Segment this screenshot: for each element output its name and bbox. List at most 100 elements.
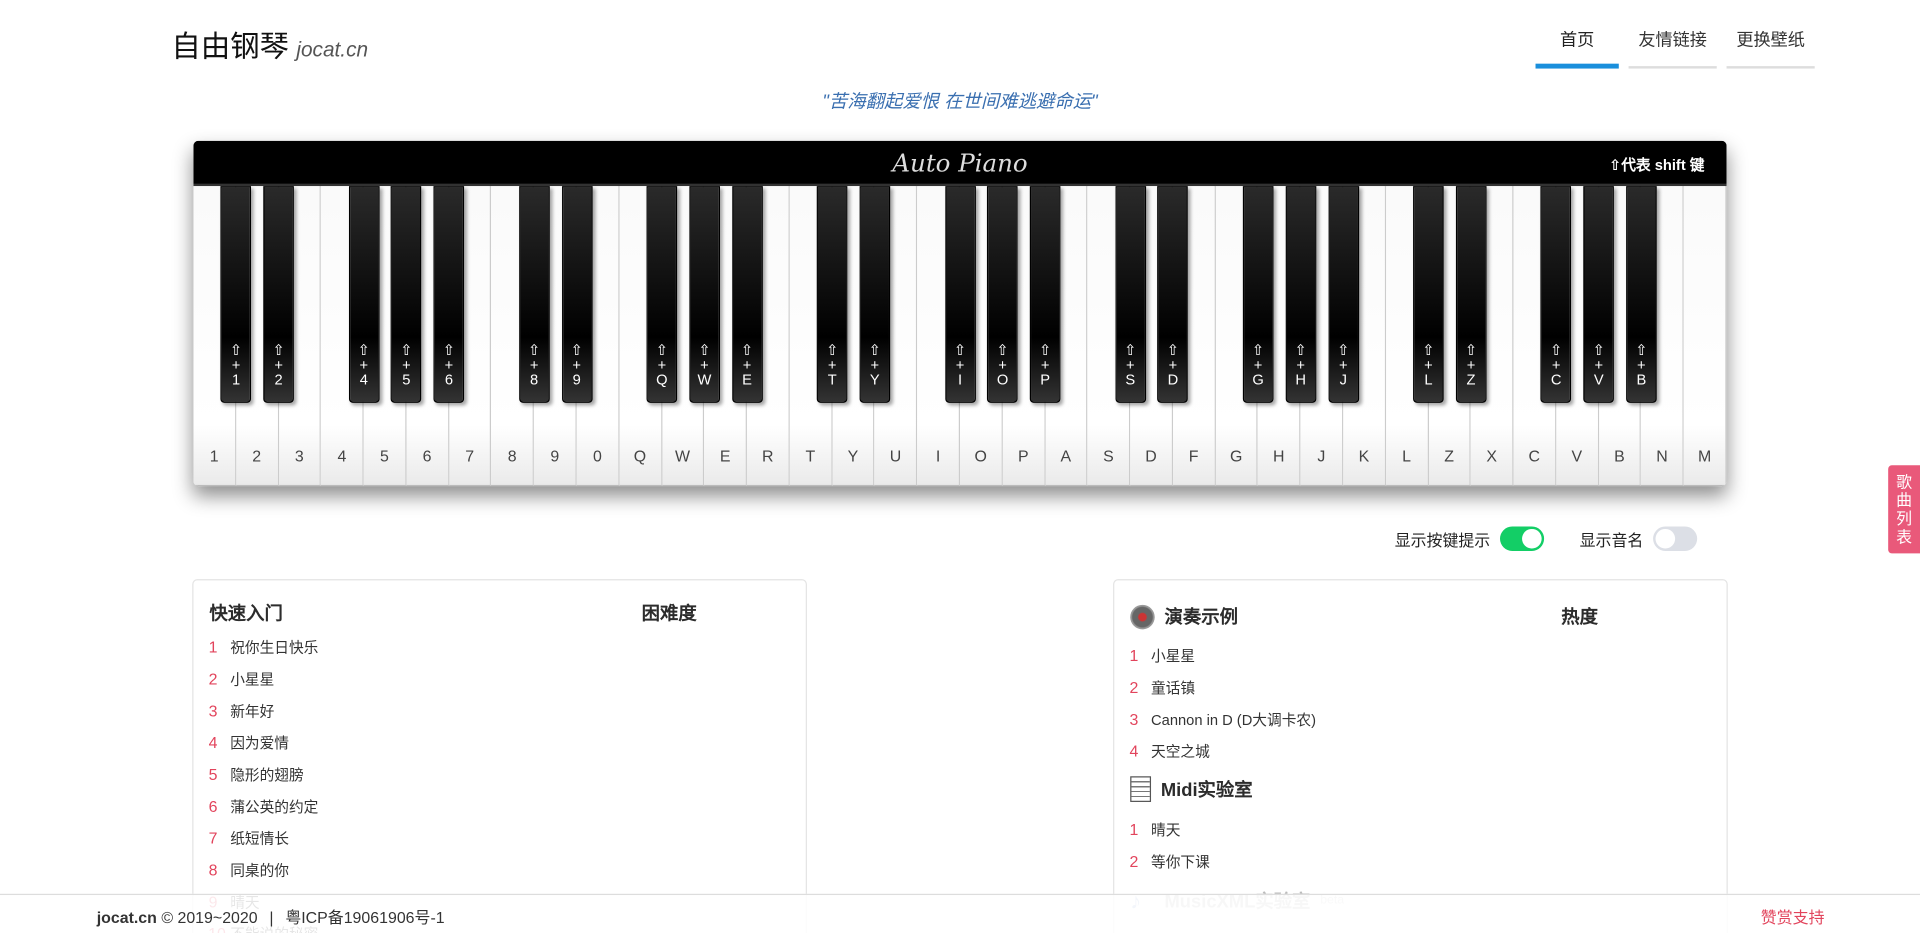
white-key[interactable]: M <box>1683 186 1727 487</box>
support-link[interactable]: 赞赏支持 <box>1761 905 1825 928</box>
song-item[interactable]: 6 蒲公英的约定 <box>208 796 319 817</box>
song-item[interactable]: 2 等你下课 <box>1129 851 1210 872</box>
white-key-label: S <box>1103 446 1114 466</box>
song-title: 祝你生日快乐 <box>230 639 319 657</box>
black-key[interactable]: ⇧ + Y <box>859 186 891 403</box>
song-item[interactable]: 4 因为爱情 <box>208 732 289 753</box>
black-key-label: ⇧ + P <box>1039 341 1052 389</box>
white-key-label: 9 <box>550 446 560 466</box>
white-key-label: D <box>1145 446 1157 466</box>
black-key[interactable]: ⇧ + D <box>1157 186 1189 403</box>
black-key[interactable]: ⇧ + C <box>1540 186 1572 403</box>
black-key[interactable]: ⇧ + 5 <box>391 186 422 403</box>
white-key-label: U <box>889 446 902 466</box>
black-key[interactable]: ⇧ + I <box>944 186 976 403</box>
song-item[interactable]: 2 童话镇 <box>1129 677 1195 698</box>
song-list-tab[interactable]: 歌曲列表 <box>1888 465 1920 554</box>
song-index: 4 <box>1129 741 1139 761</box>
black-key-label: ⇧ + O <box>996 341 1009 389</box>
song-item[interactable]: 3 新年好 <box>208 700 275 721</box>
nav-home[interactable]: 首页 <box>1535 17 1619 69</box>
white-key-label: X <box>1486 446 1498 466</box>
white-key-label: G <box>1229 446 1243 466</box>
black-key[interactable]: ⇧ + T <box>816 186 848 403</box>
song-index: 1 <box>208 637 218 657</box>
song-item[interactable]: 1 祝你生日快乐 <box>208 637 319 658</box>
black-key[interactable]: ⇧ + B <box>1626 186 1657 403</box>
black-key[interactable]: ⇧ + E <box>731 186 763 403</box>
black-key[interactable]: ⇧ + 8 <box>518 186 550 403</box>
black-key[interactable]: ⇧ + H <box>1285 186 1316 403</box>
black-key[interactable]: ⇧ + V <box>1583 186 1615 403</box>
song-title: 等你下课 <box>1151 853 1210 871</box>
song-item[interactable]: 2 小星星 <box>208 669 275 690</box>
song-title: 因为爱情 <box>230 734 290 752</box>
black-key-label: ⇧ + E <box>740 341 754 389</box>
black-key[interactable]: ⇧ + 4 <box>348 186 380 403</box>
white-key-label: J <box>1317 446 1326 466</box>
white-key-label: 0 <box>592 446 602 466</box>
quick-start-title: 快速入门 <box>209 603 283 625</box>
sheet-music-icon <box>1130 776 1152 802</box>
piano-top-bar: Auto Piano ⇧代表 shift 键 <box>193 140 1727 187</box>
song-item[interactable]: 1 晴天 <box>1129 819 1180 840</box>
white-key-label: 1 <box>209 446 219 466</box>
quick-start-card: 快速入门 困难度 1 祝你生日快乐 2 小星星 3 新年好 4 因为爱情 5 隐形的翅膀 6 蒲公英的… <box>192 579 807 933</box>
song-list-tab-label: 歌曲列表 <box>1896 472 1913 547</box>
footer-separator: | <box>269 908 274 927</box>
song-item[interactable]: 5 隐形的翅膀 <box>208 764 304 785</box>
footer-site[interactable]: jocat.cn <box>97 909 157 927</box>
black-key[interactable]: ⇧ + Z <box>1455 186 1487 403</box>
black-key-label: ⇧ + C <box>1550 341 1563 389</box>
note-name-switch[interactable] <box>1653 526 1698 551</box>
black-key-label: ⇧ + 4 <box>357 341 370 389</box>
white-key-label: C <box>1528 446 1541 466</box>
black-key[interactable]: ⇧ + J <box>1327 186 1359 403</box>
song-index: 3 <box>1129 710 1139 729</box>
midi-title: Midi实验室 <box>1160 779 1253 801</box>
white-key-label: V <box>1571 446 1583 466</box>
black-key-label: ⇧ + B <box>1635 341 1648 389</box>
white-key-label: I <box>935 446 941 466</box>
white-key-label: 3 <box>294 446 304 466</box>
song-item[interactable]: 7 纸短情长 <box>208 828 289 849</box>
song-title: 同桌的你 <box>230 861 290 880</box>
black-key-label: ⇧ + Y <box>868 341 881 389</box>
white-key-label: E <box>719 446 731 466</box>
key-hint-label: 显示按键提示 <box>1394 530 1491 550</box>
white-key-label: Z <box>1444 446 1454 466</box>
black-key[interactable]: ⇧ + L <box>1413 186 1444 403</box>
song-index: 2 <box>1129 678 1139 697</box>
black-key[interactable]: ⇧ + P <box>1029 186 1061 403</box>
nav-friend-links[interactable]: 友情链接 <box>1628 17 1717 69</box>
demo-section-header: 演奏示例 <box>1130 604 1238 630</box>
black-key[interactable]: ⇧ + 6 <box>433 186 465 403</box>
song-index: 2 <box>208 669 218 689</box>
song-item[interactable]: 3 Cannon in D (D大调卡农) <box>1129 709 1316 730</box>
black-key[interactable]: ⇧ + 9 <box>561 186 593 403</box>
black-key[interactable]: ⇧ + Q <box>646 186 678 403</box>
black-key[interactable]: ⇧ + S <box>1115 186 1146 403</box>
black-key[interactable]: ⇧ + O <box>987 186 1018 403</box>
song-index: 8 <box>208 860 218 880</box>
key-hint-switch[interactable] <box>1500 526 1545 551</box>
black-key[interactable]: ⇧ + 2 <box>263 186 294 403</box>
black-key-label: ⇧ + Q <box>655 341 669 389</box>
black-key-label: ⇧ + 5 <box>400 341 413 389</box>
nav-change-wallpaper[interactable]: 更换壁纸 <box>1726 17 1815 69</box>
song-item[interactable]: 8 同桌的你 <box>208 860 289 881</box>
footer-icp[interactable]: 粤ICP备19061906号-1 <box>285 909 444 927</box>
demo-title: 演奏示例 <box>1164 607 1238 629</box>
song-title: 蒲公英的约定 <box>230 798 319 816</box>
white-key-label: L <box>1402 446 1411 466</box>
song-title: 晴天 <box>1151 821 1181 839</box>
song-item[interactable]: 1 小星星 <box>1129 645 1195 666</box>
song-item[interactable]: 4 天空之城 <box>1129 741 1209 762</box>
black-key[interactable]: ⇧ + G <box>1242 186 1274 403</box>
black-key[interactable]: ⇧ + 1 <box>220 186 252 403</box>
white-key-label: 7 <box>465 446 475 466</box>
black-key-label: ⇧ + 1 <box>229 341 243 389</box>
song-title: 新年好 <box>230 702 275 720</box>
black-key[interactable]: ⇧ + W <box>689 186 720 403</box>
site-brand[interactable]: 自由钢琴 jocat.cn <box>171 22 368 65</box>
